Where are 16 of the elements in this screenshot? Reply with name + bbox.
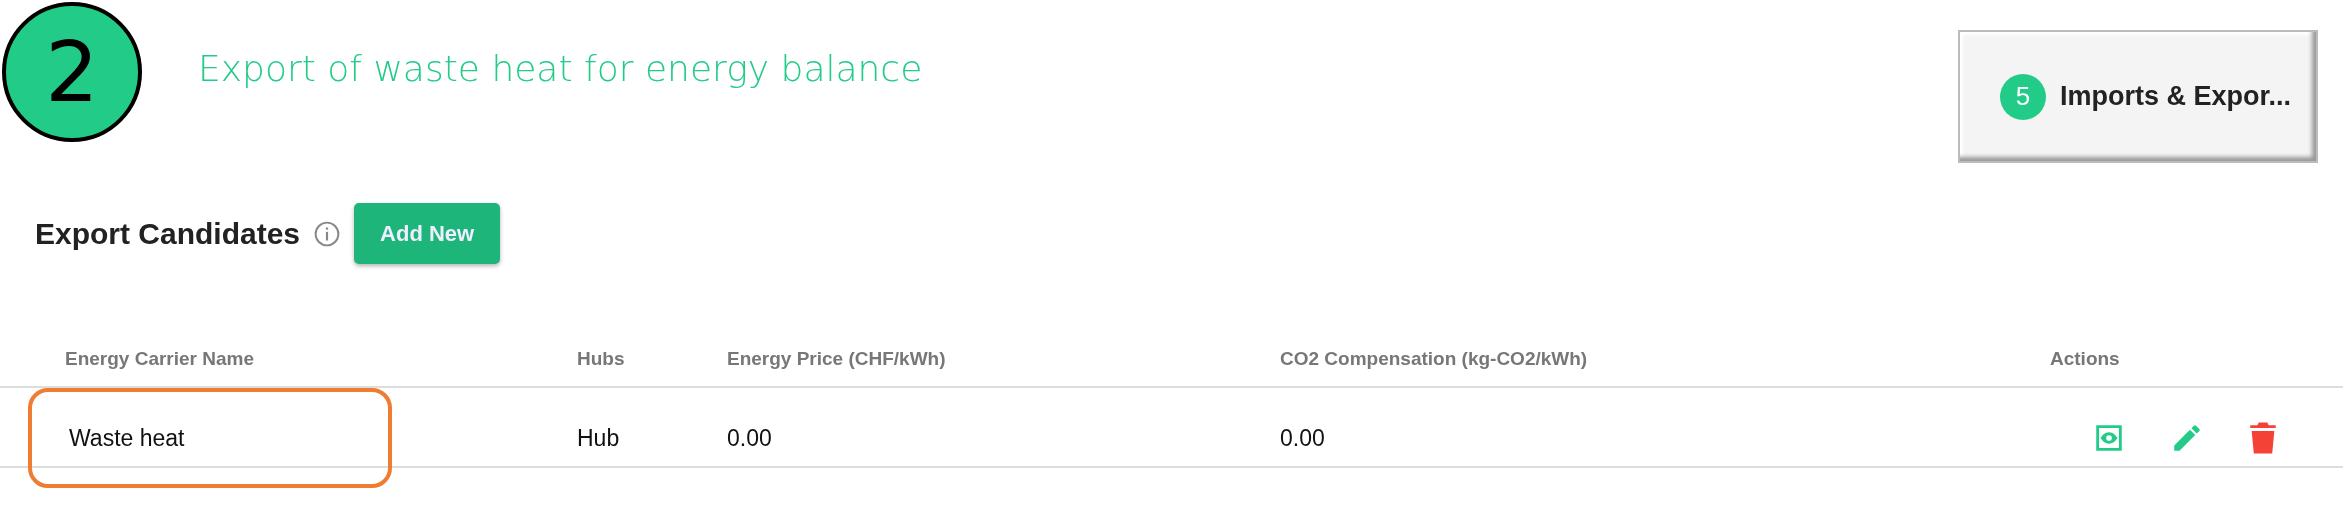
section-title: Export Candidates <box>35 216 301 251</box>
table-cell: 0.00 <box>727 424 772 452</box>
step-badge: 5 <box>2000 73 2046 120</box>
column-header: CO2 Compensation (kg-CO2/kWh) <box>1280 348 1589 370</box>
column-header: Actions <box>2050 348 2121 370</box>
table-cell: Hub <box>577 424 620 452</box>
imports-exports-button[interactable]: 5 Imports & Expor... <box>1958 30 2318 163</box>
column-header: Energy Carrier Name <box>64 348 256 370</box>
step-caption: Export of waste heat for energy balance <box>198 48 923 89</box>
table-cell: 0.00 <box>1280 424 1325 452</box>
info-icon[interactable] <box>314 220 341 247</box>
step-number: 2 <box>2 2 142 142</box>
delete-icon[interactable] <box>2248 421 2278 455</box>
column-header: Hubs <box>577 348 626 370</box>
column-header: Energy Price (CHF/kWh) <box>727 348 947 370</box>
table-cell: Waste heat <box>28 388 392 488</box>
